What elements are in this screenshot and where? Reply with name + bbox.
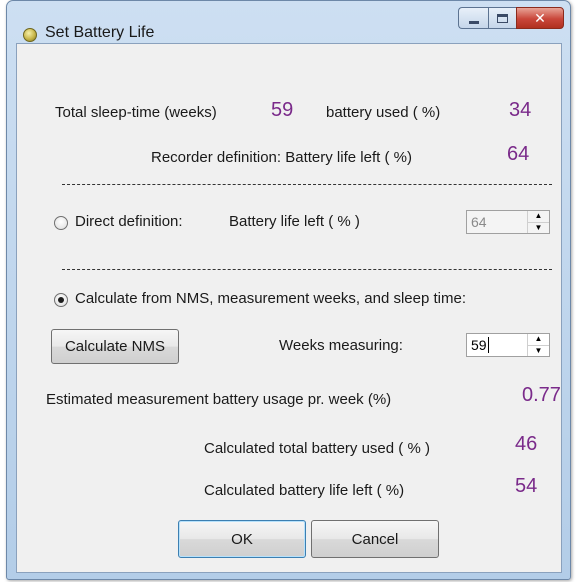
calculate-radio[interactable] — [54, 293, 68, 307]
chevron-down-icon[interactable]: ▼ — [528, 346, 549, 357]
weeks-measuring-value: 59 — [471, 337, 487, 353]
maximize-button[interactable] — [488, 7, 516, 29]
minimize-button[interactable] — [458, 7, 488, 29]
caption-buttons: ✕ — [458, 7, 564, 29]
battery-used-label: battery used ( %) — [326, 104, 441, 121]
recorder-definition-label: Recorder definition: Battery life left (… — [151, 149, 412, 166]
battery-life-left-label: Calculated battery life left ( %) — [204, 482, 405, 499]
chevron-up-icon[interactable]: ▲ — [528, 334, 549, 346]
battery-used-value: 34 — [509, 99, 532, 121]
dialog-body: Total sleep-time (weeks) 59 battery used… — [16, 43, 562, 573]
total-sleep-label: Total sleep-time (weeks) — [55, 104, 217, 121]
text-caret — [487, 337, 489, 353]
chevron-down-icon[interactable]: ▼ — [528, 223, 549, 234]
weeks-measuring-spinner[interactable]: 59 ▲ ▼ — [466, 333, 550, 357]
divider-2 — [62, 269, 552, 270]
weeks-measuring-input[interactable]: 59 — [467, 334, 527, 356]
close-icon: ✕ — [534, 10, 546, 26]
spinner-arrows: ▲ ▼ — [527, 334, 549, 356]
minimize-icon — [468, 20, 479, 24]
direct-battery-life-spinner[interactable]: 64 ▲ ▼ — [466, 210, 550, 234]
direct-definition-label: Direct definition: — [75, 213, 183, 230]
weeks-measuring-label: Weeks measuring: — [279, 337, 403, 354]
total-battery-used-label: Calculated total battery used ( % ) — [204, 440, 430, 457]
ok-button[interactable]: OK — [178, 520, 306, 558]
battery-app-icon — [23, 28, 37, 42]
usage-per-week-label: Estimated measurement battery usage pr. … — [46, 391, 392, 408]
direct-battery-life-value: 64 — [471, 214, 487, 230]
close-button[interactable]: ✕ — [516, 7, 564, 29]
title-bar[interactable]: Set Battery Life ✕ — [7, 1, 570, 43]
recorder-definition-value: 64 — [507, 143, 530, 165]
window-title: Set Battery Life — [45, 24, 155, 41]
calculate-radio-label: Calculate from NMS, measurement weeks, a… — [75, 290, 466, 307]
spinner-arrows: ▲ ▼ — [527, 211, 549, 233]
divider-1 — [62, 184, 552, 185]
battery-life-left-value: 54 — [515, 475, 538, 497]
chevron-up-icon[interactable]: ▲ — [528, 211, 549, 223]
usage-per-week-value: 0.77 — [522, 384, 561, 406]
total-battery-used-value: 46 — [515, 433, 538, 455]
total-sleep-value: 59 — [271, 99, 294, 121]
direct-definition-radio[interactable] — [54, 216, 68, 230]
cancel-button[interactable]: Cancel — [311, 520, 439, 558]
maximize-icon — [497, 13, 508, 23]
calculate-nms-button[interactable]: Calculate NMS — [51, 329, 179, 364]
direct-battery-life-label: Battery life left ( % ) — [229, 213, 360, 230]
dialog-window: Set Battery Life ✕ Total sleep-time (wee… — [6, 0, 571, 580]
